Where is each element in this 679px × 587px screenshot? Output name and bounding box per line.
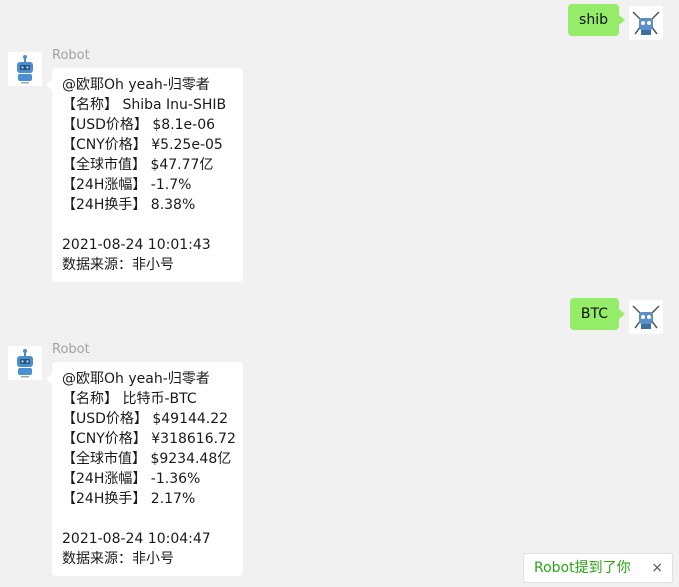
incoming-message-bubble[interactable]: @欧耶Oh yeah-归零者 【名称】 比特币-BTC 【USD价格】 $491… bbox=[46, 362, 243, 576]
message-line: 【名称】 Shiba Inu-SHIB bbox=[62, 97, 227, 113]
mention-notification-text[interactable]: Robot提到了你 bbox=[534, 554, 631, 582]
robot-avatar-icon[interactable] bbox=[8, 52, 42, 86]
message-line: 【CNY价格】 ¥318616.72 bbox=[62, 431, 236, 447]
message-line: 【名称】 比特币-BTC bbox=[62, 391, 197, 407]
message-line: 【USD价格】 $8.1e-06 bbox=[62, 117, 216, 133]
message-line: 【24H涨幅】 -1.7% bbox=[62, 177, 192, 193]
message-line: 【USD价格】 $49144.22 bbox=[62, 411, 229, 427]
robot-avatar-icon[interactable] bbox=[8, 346, 42, 380]
sender-name: Robot bbox=[52, 342, 90, 357]
outgoing-message-bubble[interactable]: BTC bbox=[569, 298, 626, 330]
message-line: 【全球市值】 $47.77亿 bbox=[62, 157, 214, 173]
message-line: 【24H换手】 2.17% bbox=[62, 491, 196, 507]
message-timestamp: 2021-08-24 10:04:47 bbox=[62, 531, 211, 547]
message-line: 【24H换手】 8.38% bbox=[62, 197, 196, 213]
message-line: 【CNY价格】 ¥5.25e-05 bbox=[62, 137, 223, 153]
sender-name: Robot bbox=[52, 48, 90, 63]
message-line: @欧耶Oh yeah-归零者 bbox=[62, 77, 210, 93]
user-avatar-icon[interactable] bbox=[629, 300, 663, 334]
message-line: 【全球市值】 $9234.48亿 bbox=[62, 451, 232, 467]
mention-notification[interactable]: Robot提到了你 × bbox=[523, 553, 673, 583]
message-line: @欧耶Oh yeah-归零者 bbox=[62, 371, 210, 387]
data-source-line: 数据来源：非小号 bbox=[62, 257, 174, 273]
close-icon[interactable]: × bbox=[651, 554, 663, 582]
message-timestamp: 2021-08-24 10:01:43 bbox=[62, 237, 211, 253]
incoming-message-bubble[interactable]: @欧耶Oh yeah-归零者 【名称】 Shiba Inu-SHIB 【USD价… bbox=[46, 68, 243, 282]
outgoing-message-bubble[interactable]: shib bbox=[568, 4, 625, 36]
data-source-line: 数据来源：非小号 bbox=[62, 551, 174, 567]
user-avatar-icon[interactable] bbox=[629, 6, 663, 40]
message-line: 【24H涨幅】 -1.36% bbox=[62, 471, 201, 487]
chat-area: shib Robot @欧耶Oh yeah-归零者 【名称】 Shiba Inu… bbox=[0, 0, 679, 587]
